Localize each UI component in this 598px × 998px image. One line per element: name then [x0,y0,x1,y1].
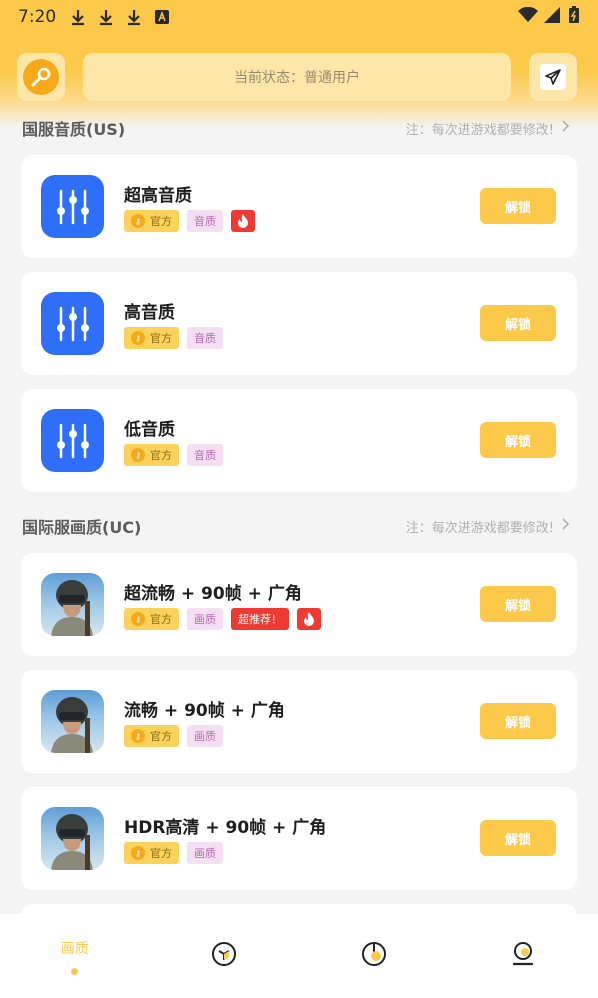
wifi-icon [518,6,538,28]
unlock-button[interactable]: 解锁 [480,703,556,739]
list-item: HDR高清 + 90帧 + 广角 ⚷ 官方 画质 解锁 [21,787,577,890]
status-bar: 7:20 [0,0,598,34]
app-notification-icon [154,9,170,25]
category-tag: 音质 [187,444,223,466]
item-title: HDR高清 + 90帧 + 广角 [124,818,327,838]
nav-item-quality[interactable]: 画质 [0,914,150,998]
section-note: 注：每次进游戏都要修改! [405,122,554,138]
official-tag: ⚷ 官方 [124,444,179,466]
download-icon [70,8,86,26]
cube-icon [211,941,237,971]
nav-item-stats[interactable] [299,914,449,998]
list-item: 流畅 + 90帧 + 广角 ⚷ 官方 画质 解锁 [21,670,577,773]
unlock-button[interactable]: 解锁 [480,820,556,856]
section-title: 国际服画质(UC) [22,518,142,537]
profile-icon [510,941,536,971]
category-tag: 画质 [187,842,223,864]
app-bar: 当前状态：普通用户 [17,52,581,102]
wrench-icon: ⚷ [131,729,145,743]
official-tag: ⚷ 官方 [124,608,179,630]
list-item: 超流畅 + 90帧 + 广角 ⚷ 官方 画质 超推荐！ 解锁 [21,553,577,656]
official-tag: ⚷ 官方 [124,210,179,232]
unlock-button[interactable]: 解锁 [480,422,556,458]
item-title: 超流畅 + 90帧 + 广角 [124,584,302,604]
pie-chart-icon [361,941,387,971]
download-icon [126,8,142,26]
section-header: 国际服画质(UC) 注：每次进游戏都要修改! [22,514,570,538]
user-status-field[interactable]: 当前状态：普通用户 [83,53,511,101]
signal-icon [544,6,562,28]
equalizer-icon [41,292,104,355]
fire-icon [297,608,321,630]
equalizer-icon [41,175,104,238]
section-note-link[interactable]: 注：每次进游戏都要修改! [406,517,570,536]
item-title: 流畅 + 90帧 + 广角 [124,701,285,721]
chevron-right-icon [562,518,570,534]
section-note-link[interactable]: 注：每次进游戏都要修改! [406,119,570,138]
game-character-icon [41,807,104,870]
section-header: 国服音质(US) 注：每次进游戏都要修改! [22,116,570,140]
recommend-tag: 超推荐！ [231,608,289,630]
wrench-icon: ⚷ [131,331,145,345]
section-note: 注：每次进游戏都要修改! [405,520,554,536]
item-title: 超高音质 [124,186,192,206]
equalizer-icon [41,409,104,472]
game-character-icon [41,690,104,753]
unlock-button[interactable]: 解锁 [480,586,556,622]
unlock-button[interactable]: 解锁 [480,188,556,224]
nav-item-box[interactable] [150,914,300,998]
list-item: 高音质 ⚷ 官方 音质 解锁 [21,272,577,375]
official-tag: ⚷ 官方 [124,842,179,864]
wrench-icon [23,59,59,95]
item-title: 高音质 [124,303,175,323]
category-tag: 画质 [187,725,223,747]
active-indicator [71,967,79,975]
wrench-icon: ⚷ [131,448,145,462]
battery-icon [568,5,580,29]
nav-label: 画质 [60,940,89,957]
wrench-icon: ⚷ [131,214,145,228]
list-item: 超高音质 ⚷ 官方 音质 解锁 [21,155,577,258]
official-tag: ⚷ 官方 [124,725,179,747]
section-title: 国服音质(US) [22,120,126,139]
unlock-button[interactable]: 解锁 [480,305,556,341]
chevron-right-icon [562,120,570,136]
logo-button[interactable] [17,53,65,101]
paper-plane-icon [540,64,566,90]
item-title: 低音质 [124,420,175,440]
official-tag: ⚷ 官方 [124,327,179,349]
nav-item-profile[interactable] [449,914,598,998]
category-tag: 画质 [187,608,223,630]
download-icon [98,8,114,26]
wrench-icon: ⚷ [131,846,145,860]
bottom-nav: 画质 [0,914,598,998]
category-tag: 音质 [187,210,223,232]
game-character-icon [41,573,104,636]
wrench-icon: ⚷ [131,612,145,626]
list-item: 低音质 ⚷ 官方 音质 解锁 [21,389,577,492]
fire-icon [231,210,255,232]
category-tag: 音质 [187,327,223,349]
send-button[interactable] [529,53,577,101]
status-time: 7:20 [18,7,57,27]
